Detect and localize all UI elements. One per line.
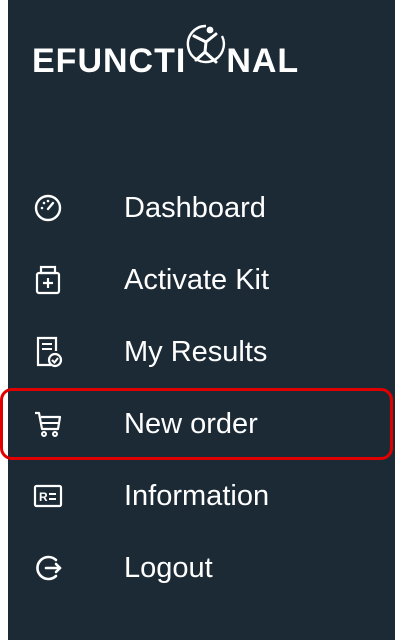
svg-text:R: R (39, 490, 48, 504)
sidebar-item-label: Information (124, 479, 270, 512)
sidebar-item-dashboard[interactable]: Dashboard (8, 172, 395, 244)
speedometer-icon (30, 190, 66, 226)
sidebar-item-logout[interactable]: Logout (8, 532, 395, 604)
sidebar-item-new-order[interactable]: New order (0, 388, 393, 460)
sidebar-item-label: Activate Kit (124, 263, 270, 296)
sidebar-item-my-results[interactable]: My Results (8, 316, 395, 388)
sidebar-item-label: My Results (124, 335, 268, 368)
sidebar-item-information[interactable]: R Information (8, 460, 395, 532)
sidebar: EFUNCTI NAL Dashboard Activate Kit My Re… (0, 0, 395, 640)
sidebar-item-label: Dashboard (124, 191, 266, 224)
brand-text-right: NAL (226, 42, 300, 80)
brand-text-left: EFUNCTI (32, 42, 187, 80)
sidebar-item-activate-kit[interactable]: Activate Kit (8, 244, 395, 316)
brand-logo[interactable]: EFUNCTI NAL (32, 14, 382, 84)
logout-arrow-icon (30, 550, 66, 586)
kit-box-plus-icon (30, 262, 66, 298)
sidebar-item-label: New order (124, 407, 258, 440)
cart-icon (30, 406, 66, 442)
document-check-icon (30, 334, 66, 370)
sidebar-nav: Dashboard Activate Kit My Results New or… (0, 172, 395, 604)
id-card-icon: R (30, 478, 66, 514)
stick-figure-circle-icon (184, 20, 228, 78)
sidebar-item-label: Logout (124, 551, 213, 584)
